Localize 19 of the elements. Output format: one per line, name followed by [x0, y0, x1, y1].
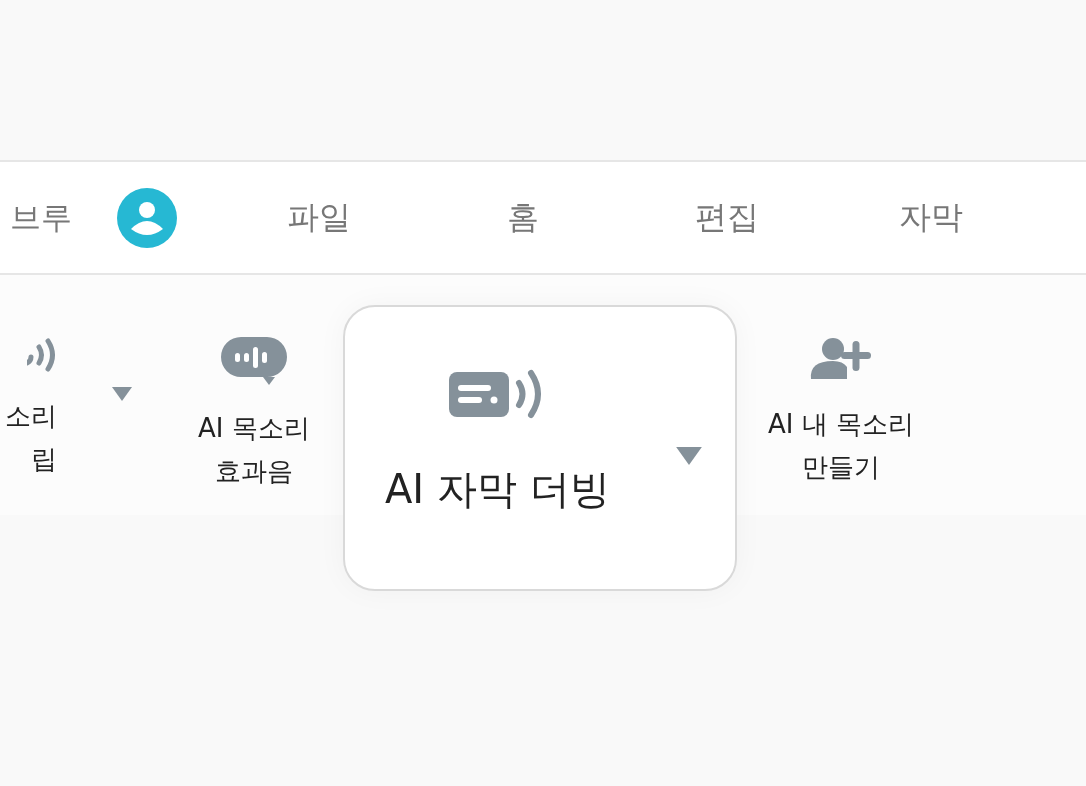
avatar-icon[interactable]: [117, 187, 177, 248]
tool-button[interactable]: AI 내 목소리 만들기: [768, 337, 948, 489]
menu-tab[interactable]: 파일: [217, 195, 421, 240]
caret-icon[interactable]: [675, 447, 702, 465]
menu-tab[interactable]: 편집: [625, 195, 829, 240]
sound-wave-icon: [27, 337, 57, 373]
tool-button[interactable]: AI 자막 더빙: [343, 305, 737, 591]
menu-tab[interactable]: 자막: [829, 195, 1033, 240]
tool-label: 소리 립: [5, 400, 57, 476]
speech-bubble-icon: [220, 337, 287, 385]
menu-tab[interactable]: 홈: [421, 195, 625, 240]
tool-label: AI 자막 더빙: [385, 465, 610, 514]
brand-name: 브루: [10, 197, 73, 237]
tool-button[interactable]: 소리 립: [0, 337, 140, 481]
tool-button[interactable]: AI 목소리 효과음: [198, 337, 343, 493]
person-add-icon: [809, 337, 873, 381]
tool-label: AI 목소리 효과음: [198, 412, 310, 488]
tool-label: AI 내 목소리 만들기: [768, 408, 914, 484]
caret-icon[interactable]: [112, 387, 132, 401]
